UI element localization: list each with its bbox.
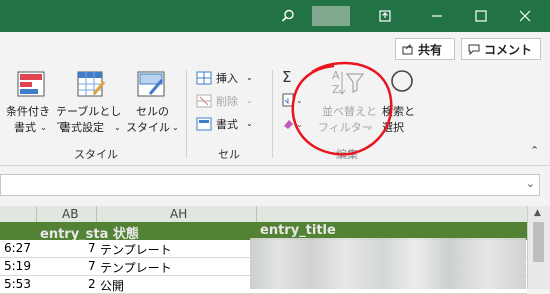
cell-time: 5:19 bbox=[4, 259, 31, 273]
chevron-down-icon: ⌄ bbox=[246, 96, 253, 105]
cell-status: テンプレート bbox=[100, 243, 172, 257]
insert-label: 挿入 bbox=[216, 72, 238, 85]
cell-styles-button[interactable]: セルの スタイル ⌄ bbox=[126, 70, 179, 140]
format-button[interactable]: 書式 ⌄ bbox=[196, 116, 262, 134]
account-avatar[interactable] bbox=[312, 6, 350, 26]
ribbon-display-icon[interactable] bbox=[370, 0, 400, 32]
comment-button[interactable]: コメント bbox=[461, 38, 541, 60]
insert-icon bbox=[196, 71, 212, 85]
cell-status: テンプレート bbox=[100, 261, 172, 275]
title-bar bbox=[0, 0, 550, 32]
scroll-up-icon[interactable]: ▲ bbox=[534, 208, 541, 218]
cells-group-label: セル bbox=[218, 148, 240, 161]
cell-time: 6:27 bbox=[4, 241, 31, 255]
group-separator bbox=[272, 70, 273, 158]
expand-formula-bar-icon[interactable]: ⌄ bbox=[526, 177, 535, 190]
comment-label: コメント bbox=[484, 42, 533, 57]
cell-num: 7 bbox=[88, 259, 96, 273]
column-header-ab[interactable]: AB bbox=[62, 207, 78, 221]
chevron-down-icon: ⌄ bbox=[114, 123, 121, 132]
cell-styles-label-1: セルの bbox=[136, 105, 169, 118]
conditional-formatting-icon bbox=[17, 71, 45, 97]
redacted-area bbox=[250, 238, 526, 289]
format-as-table-label-2: 書式設定 bbox=[60, 121, 104, 134]
cell-styles-icon bbox=[137, 71, 165, 97]
collapse-ribbon-icon[interactable]: ⌃ bbox=[530, 144, 539, 157]
maximize-icon[interactable] bbox=[464, 0, 498, 32]
share-icon bbox=[402, 43, 413, 55]
vertical-scrollbar[interactable]: ▲ bbox=[527, 206, 550, 289]
header-entry-title[interactable]: entry_title bbox=[260, 223, 336, 238]
conditional-formatting-label-2: 書式 bbox=[14, 121, 36, 134]
cell-status: 公開 bbox=[100, 279, 125, 293]
conditional-formatting-label-1: 条件付き bbox=[6, 105, 50, 118]
comment-icon bbox=[468, 44, 480, 55]
cell-styles-label-2: スタイル bbox=[126, 121, 170, 134]
close-icon[interactable] bbox=[508, 0, 542, 32]
format-icon bbox=[196, 117, 212, 131]
cell-num: 7 bbox=[88, 241, 96, 255]
chevron-down-icon: ⌄ bbox=[246, 119, 253, 128]
conditional-formatting-button[interactable]: 条件付き 書式 ⌄ bbox=[6, 70, 56, 140]
format-as-table-button[interactable]: テーブルとして 書式設定 ⌄ bbox=[56, 70, 126, 140]
format-label: 書式 bbox=[216, 118, 238, 131]
minimize-icon[interactable] bbox=[420, 0, 454, 32]
delete-button[interactable]: 削除 ⌄ bbox=[196, 93, 262, 111]
insert-button[interactable]: 挿入 ⌄ bbox=[196, 70, 262, 88]
annotation-circle bbox=[291, 61, 393, 156]
group-separator bbox=[186, 70, 187, 158]
chevron-down-icon: ⌄ bbox=[40, 123, 47, 132]
formula-bar[interactable]: ⌄ bbox=[0, 174, 540, 196]
delete-label: 削除 bbox=[216, 95, 238, 108]
column-divider bbox=[36, 206, 37, 222]
column-header-ah[interactable]: AH bbox=[170, 207, 187, 221]
delete-icon bbox=[196, 94, 212, 108]
column-divider bbox=[96, 206, 97, 222]
column-divider bbox=[256, 206, 257, 222]
style-group-label: スタイル bbox=[74, 148, 118, 161]
chevron-down-icon: ⌄ bbox=[172, 123, 179, 132]
chevron-down-icon: ⌄ bbox=[246, 73, 253, 82]
scroll-thumb[interactable] bbox=[533, 222, 544, 262]
share-button[interactable]: 共有 bbox=[395, 38, 455, 60]
share-label: 共有 bbox=[418, 42, 443, 57]
search-icon[interactable] bbox=[276, 0, 300, 32]
column-header-row: AB AH bbox=[0, 206, 527, 223]
format-as-table-icon bbox=[77, 71, 106, 97]
